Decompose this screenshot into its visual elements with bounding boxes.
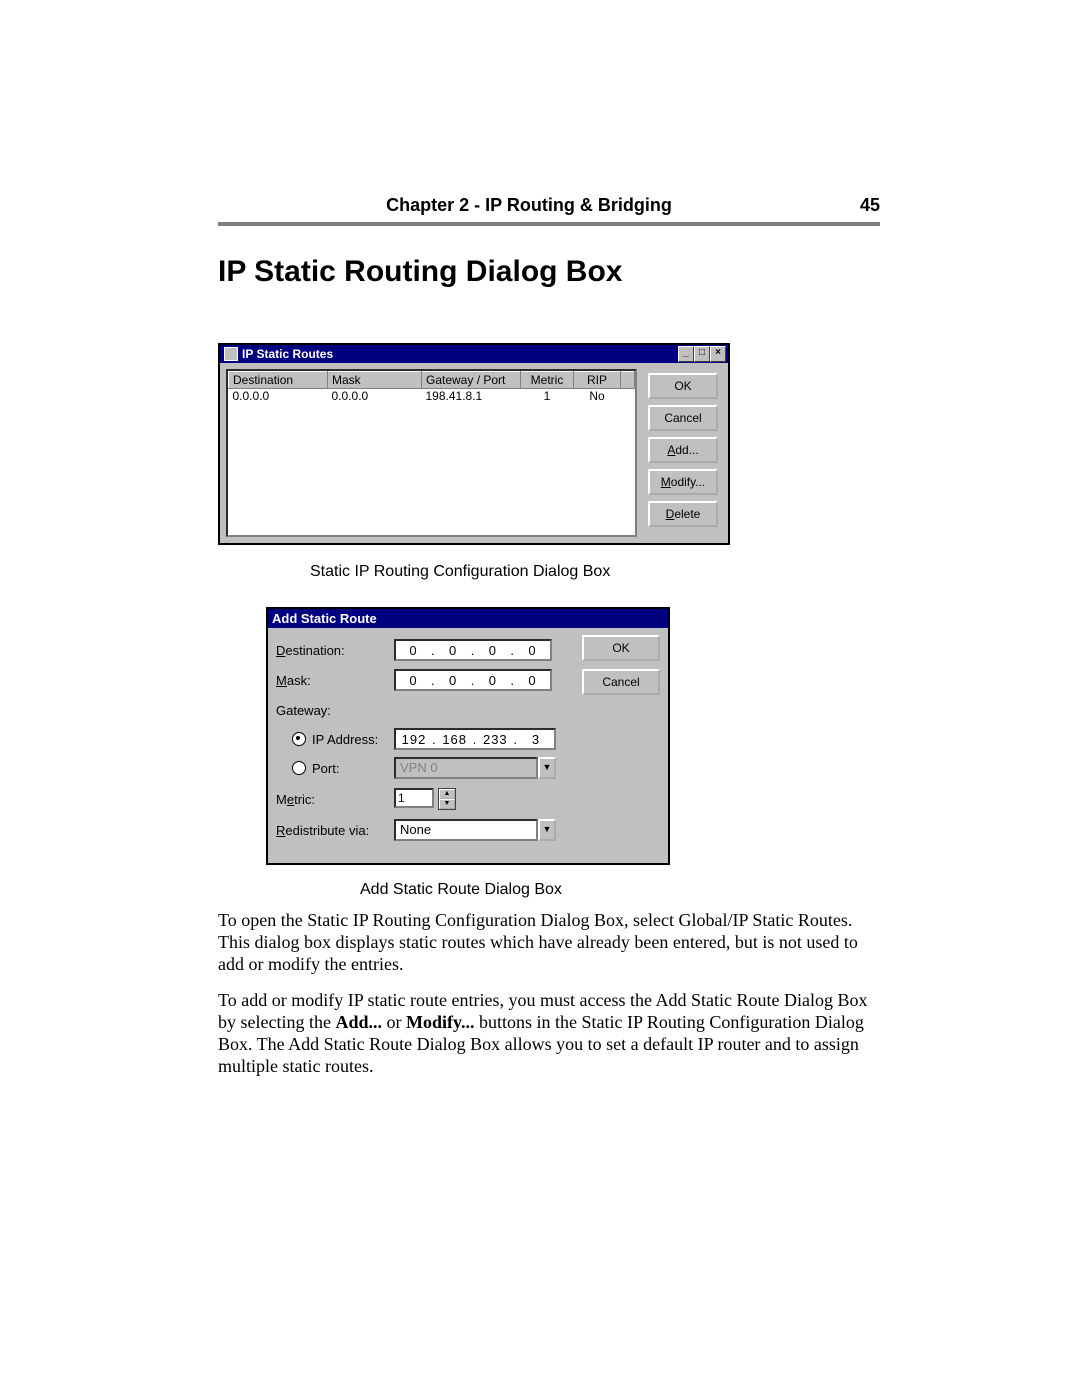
dialog2-titlebar: Add Static Route bbox=[268, 609, 668, 628]
col-spacer bbox=[621, 372, 635, 389]
dialog2-title: Add Static Route bbox=[272, 611, 377, 626]
chevron-down-icon[interactable]: ▼ bbox=[538, 819, 556, 841]
header-rule bbox=[218, 222, 880, 226]
page-number: 45 bbox=[840, 195, 880, 216]
spin-down-icon[interactable]: ▼ bbox=[439, 799, 455, 809]
redistribute-label: Redistribute via: bbox=[276, 823, 394, 838]
section-heading: IP Static Routing Dialog Box bbox=[218, 255, 880, 289]
redistribute-combo[interactable]: None ▼ bbox=[394, 819, 556, 841]
cancel-button[interactable]: Cancel bbox=[582, 669, 660, 695]
metric-label: Metric: bbox=[276, 792, 394, 807]
maximize-icon[interactable]: □ bbox=[694, 346, 710, 362]
dialog1-title: IP Static Routes bbox=[242, 347, 333, 361]
table-row[interactable]: 0.0.0.0 0.0.0.0 198.41.8.1 1 No bbox=[229, 389, 635, 404]
mask-label: Mask: bbox=[276, 673, 394, 688]
ip-static-routes-dialog: IP Static Routes _ □ × Destination Mask … bbox=[218, 343, 730, 545]
figure-caption-2: Add Static Route Dialog Box bbox=[360, 881, 880, 899]
radio-dot-icon bbox=[292, 732, 306, 746]
gateway-ip-input[interactable]: 192. 168. 233. 3 bbox=[394, 728, 556, 750]
radio-dot-icon bbox=[292, 761, 306, 775]
ok-button[interactable]: OK bbox=[648, 373, 718, 399]
chapter-title: Chapter 2 - IP Routing & Bridging bbox=[218, 195, 840, 216]
app-icon bbox=[224, 347, 238, 361]
routes-listbox[interactable]: Destination Mask Gateway / Port Metric R… bbox=[226, 369, 637, 537]
col-destination[interactable]: Destination bbox=[229, 372, 328, 389]
col-gateway[interactable]: Gateway / Port bbox=[422, 372, 521, 389]
body-paragraph: To open the Static IP Routing Configurat… bbox=[218, 909, 880, 975]
delete-button[interactable]: Delete bbox=[648, 501, 718, 527]
col-mask[interactable]: Mask bbox=[328, 372, 422, 389]
modify-button[interactable]: Modify... bbox=[648, 469, 718, 495]
metric-stepper[interactable]: ▲ ▼ bbox=[438, 788, 456, 810]
mask-input[interactable]: 0. 0. 0. 0 bbox=[394, 669, 552, 691]
figure-caption-1: Static IP Routing Configuration Dialog B… bbox=[310, 563, 880, 581]
col-metric[interactable]: Metric bbox=[521, 372, 574, 389]
gateway-label: Gateway: bbox=[276, 703, 394, 718]
add-button[interactable]: Add... bbox=[648, 437, 718, 463]
metric-input[interactable]: 1 bbox=[394, 788, 434, 808]
chevron-down-icon: ▼ bbox=[538, 757, 556, 779]
close-icon[interactable]: × bbox=[710, 346, 726, 362]
body-paragraph: To add or modify IP static route entries… bbox=[218, 989, 880, 1077]
add-static-route-dialog: Add Static Route OK Cancel Destination: … bbox=[266, 607, 670, 865]
ok-button[interactable]: OK bbox=[582, 635, 660, 661]
routes-table: Destination Mask Gateway / Port Metric R… bbox=[228, 371, 635, 403]
running-header: Chapter 2 - IP Routing & Bridging 45 bbox=[218, 195, 880, 216]
port-combo: VPN 0 ▼ bbox=[394, 757, 556, 779]
minimize-icon[interactable]: _ bbox=[678, 346, 694, 362]
destination-input[interactable]: 0. 0. 0. 0 bbox=[394, 639, 552, 661]
destination-label: Destination: bbox=[276, 643, 394, 658]
ip-address-radio[interactable]: IP Address: bbox=[292, 732, 394, 747]
port-radio[interactable]: Port: bbox=[292, 761, 394, 776]
spin-up-icon[interactable]: ▲ bbox=[439, 789, 455, 799]
cancel-button[interactable]: Cancel bbox=[648, 405, 718, 431]
dialog1-titlebar: IP Static Routes _ □ × bbox=[220, 345, 728, 363]
col-rip[interactable]: RIP bbox=[574, 372, 621, 389]
